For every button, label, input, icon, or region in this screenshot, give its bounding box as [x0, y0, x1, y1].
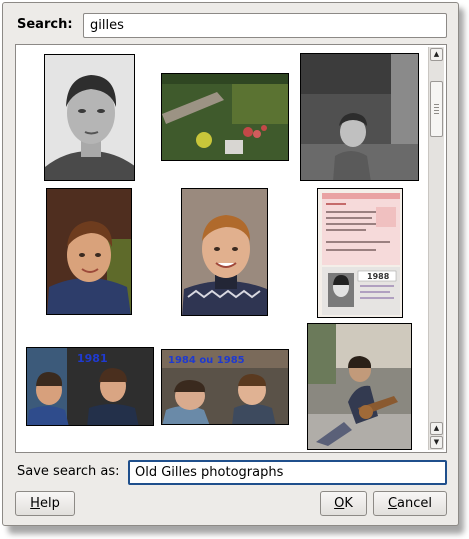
photo-thumbnail[interactable]	[44, 54, 135, 181]
cancel-label-rest: ancel	[397, 496, 433, 511]
photo-thumbnail[interactable]: 1981	[26, 347, 154, 426]
results-view[interactable]: 1988 1981 1984 ou 1985 ▲ ▲ ▼	[15, 44, 447, 453]
search-label: Search:	[17, 17, 73, 32]
photo-caption-1984-1985: 1984 ou 1985	[168, 355, 245, 366]
student-card-image: 1988	[318, 189, 402, 317]
teen-guitar-image	[308, 324, 411, 449]
ok-mnemonic: O	[334, 496, 345, 511]
help-label-rest: elp	[39, 496, 60, 511]
boy-bw-street-image	[301, 54, 418, 180]
garden-aerial-image	[162, 74, 288, 160]
results-scrollbar[interactable]: ▲ ▲ ▼	[428, 47, 444, 450]
help-mnemonic: H	[30, 496, 40, 511]
thumb-grip	[434, 113, 439, 114]
thumb-grip	[434, 107, 439, 108]
boy-sweater-color-image	[182, 189, 267, 315]
boy-jacket-color-image	[47, 189, 131, 314]
photo-thumbnail[interactable]	[300, 53, 419, 181]
scroll-up-button[interactable]: ▲	[430, 48, 443, 61]
photo-thumbnail[interactable]	[161, 73, 289, 161]
scroll-down-button[interactable]: ▼	[430, 436, 443, 449]
photo-thumbnail[interactable]	[46, 188, 132, 315]
cancel-button[interactable]: Cancel	[373, 491, 447, 516]
photo-thumbnail[interactable]	[307, 323, 412, 450]
search-input[interactable]	[83, 13, 447, 38]
ok-button[interactable]: OK	[320, 491, 367, 516]
boys-1984-1985-image: 1984 ou 1985	[162, 350, 288, 424]
student-card-year: 1988	[367, 272, 390, 281]
photo-thumbnail[interactable]: 1984 ou 1985	[161, 349, 289, 425]
ok-label-rest: K	[344, 496, 353, 511]
photo-caption-1981: 1981	[77, 352, 108, 365]
cancel-mnemonic: C	[387, 496, 398, 511]
thumb-grip	[434, 104, 439, 105]
search-dialog: Search: gilles 1988 1981 1984 ou 1985 ▲ …	[2, 2, 459, 526]
save-search-label: Save search as:	[17, 464, 120, 479]
thumb-grip	[434, 110, 439, 111]
photo-thumbnail[interactable]	[181, 188, 268, 316]
save-search-input[interactable]	[128, 460, 447, 485]
photo-thumbnail[interactable]: 1988	[317, 188, 403, 318]
scroll-up-secondary-button[interactable]: ▲	[430, 422, 443, 435]
help-button[interactable]: Help	[15, 491, 75, 516]
portrait-young-man-bw-image	[45, 55, 134, 180]
scrollbar-thumb[interactable]	[430, 81, 443, 137]
boys-1981-image: 1981	[27, 348, 153, 425]
